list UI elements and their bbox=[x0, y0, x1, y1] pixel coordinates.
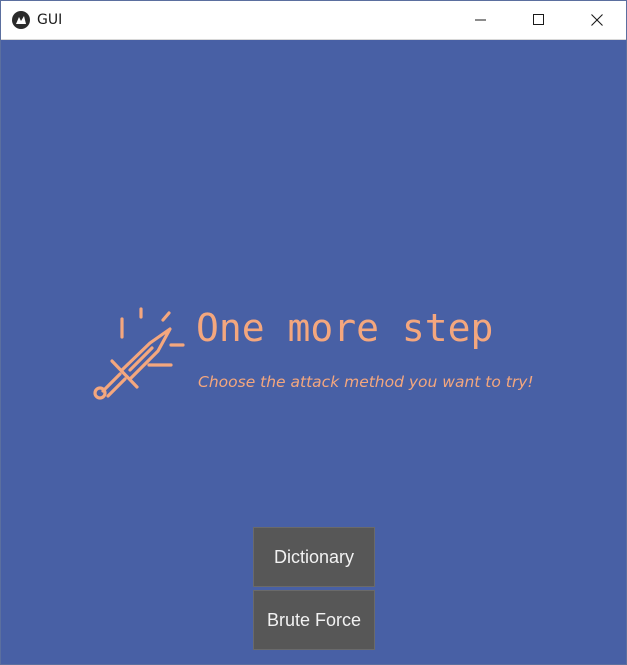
maximize-icon bbox=[533, 14, 544, 25]
close-icon bbox=[591, 14, 603, 26]
brute-force-button[interactable]: Brute Force bbox=[253, 590, 375, 650]
page-heading: One more step bbox=[196, 306, 494, 350]
main-content: One more step Choose the attack method y… bbox=[1, 40, 626, 664]
sword-icon bbox=[93, 307, 185, 400]
kivy-logo-icon bbox=[12, 11, 30, 29]
dictionary-button[interactable]: Dictionary bbox=[253, 527, 375, 587]
maximize-button[interactable] bbox=[510, 1, 568, 39]
window-title: GUI bbox=[37, 12, 63, 28]
app-window: GUI One more step Choose the attack meth… bbox=[0, 0, 627, 665]
minimize-button[interactable] bbox=[452, 1, 510, 39]
title-bar[interactable]: GUI bbox=[1, 1, 626, 40]
close-button[interactable] bbox=[568, 1, 626, 39]
page-subheading: Choose the attack method you want to try… bbox=[198, 373, 534, 391]
minimize-icon bbox=[475, 19, 486, 21]
